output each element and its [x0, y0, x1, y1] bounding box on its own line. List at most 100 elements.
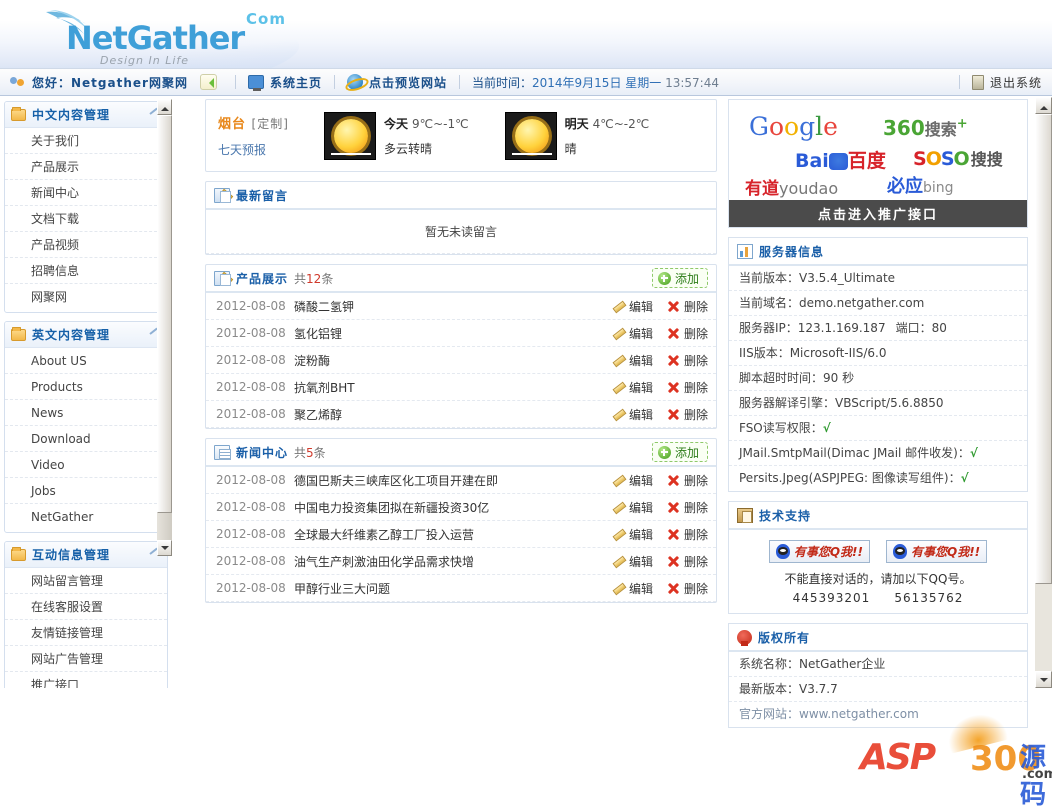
close-icon [667, 555, 680, 568]
sidebar-group-chinese: 中文内容管理 关于我们 产品展示 新闻中心 文档下载 产品视频 招聘信息 网聚网 [4, 101, 168, 313]
delete-action[interactable]: 删除 [667, 298, 708, 315]
table-row[interactable]: 2012-08-08 磷酸二氢钾 编辑 删除 [206, 293, 716, 320]
sidebar-item-video[interactable]: 产品视频 [5, 232, 167, 258]
table-row[interactable]: 2012-08-08 中国电力投资集团拟在新疆投资30亿 编辑 删除 [206, 494, 716, 521]
logout-button[interactable]: 退出系统 [971, 69, 1042, 95]
edit-action[interactable]: 编辑 [612, 325, 653, 342]
row-date: 2012-08-08 [216, 299, 286, 313]
delete-action[interactable]: 删除 [667, 526, 708, 543]
enter-promotion-button[interactable]: 点击进入推广接口 [729, 200, 1027, 227]
weather-custom-link[interactable]: [定制] [252, 117, 289, 131]
edit-action[interactable]: 编辑 [612, 379, 653, 396]
add-product-button[interactable]: 添加 [651, 268, 708, 288]
sidebar-item-online-service[interactable]: 在线客服设置 [5, 594, 167, 620]
back-arrow-icon[interactable] [199, 74, 217, 90]
sidebar-item-video-en[interactable]: Video [5, 452, 167, 478]
delete-action[interactable]: 删除 [667, 325, 708, 342]
row-title[interactable]: 中国电力投资集团拟在新疆投资30亿 [288, 499, 598, 516]
page-scrollbar-thumb[interactable] [1035, 114, 1052, 584]
delete-action[interactable]: 删除 [667, 472, 708, 489]
weather-widget: 烟台 [定制] 七天预报 今天 9℃~-1℃ 多云转晴 明天 4℃~-2℃ 晴 [205, 99, 717, 172]
edit-action[interactable]: 编辑 [612, 553, 653, 570]
sidebar-item-about[interactable]: 关于我们 [5, 128, 167, 154]
close-icon [667, 501, 680, 514]
logo-wordmark: NetGather [66, 19, 245, 57]
sidebar-item-links[interactable]: 友情链接管理 [5, 620, 167, 646]
delete-action[interactable]: 删除 [667, 499, 708, 516]
page-scroll-down-button[interactable] [1035, 671, 1052, 688]
row-title[interactable]: 聚乙烯醇 [288, 406, 598, 423]
edit-action[interactable]: 编辑 [612, 298, 653, 315]
row-title[interactable]: 全球最大纤维素乙醇工厂投入运营 [288, 526, 598, 543]
weather-city: 烟台 [定制] [218, 117, 289, 132]
row-title[interactable]: 甲醇行业三大问题 [288, 580, 598, 597]
qq-contact-block: 有事您Q我!! 有事您Q我!! 不能直接对话的，请加以下QQ号。 4453932… [729, 530, 1027, 613]
add-news-button[interactable]: 添加 [651, 442, 708, 462]
product-icon [214, 270, 231, 286]
edit-action[interactable]: 编辑 [612, 499, 653, 516]
delete-action[interactable]: 删除 [667, 352, 708, 369]
edit-action[interactable]: 编辑 [612, 406, 653, 423]
edit-action[interactable]: 编辑 [612, 472, 653, 489]
sidebar-group-title: 中文内容管理 [32, 108, 111, 122]
qq-chat-button-2[interactable]: 有事您Q我!! [886, 540, 988, 563]
delete-action[interactable]: 删除 [667, 406, 708, 423]
row-title[interactable]: 淀粉酶 [288, 352, 598, 369]
pencil-icon [612, 582, 625, 595]
row-title[interactable]: 磷酸二氢钾 [288, 298, 598, 315]
today-label: 今天 [384, 116, 409, 131]
sidebar-item-jobs-en[interactable]: Jobs [5, 478, 167, 504]
sidebar-group-header[interactable]: 中文内容管理 [5, 102, 167, 128]
sidebar-item-download-en[interactable]: Download [5, 426, 167, 452]
sidebar-item-products[interactable]: 产品展示 [5, 154, 167, 180]
sidebar-item-about-us[interactable]: About US [5, 348, 167, 374]
sidebar-item-jobs[interactable]: 招聘信息 [5, 258, 167, 284]
row-title[interactable]: 氢化铝锂 [288, 325, 598, 342]
table-row[interactable]: 2012-08-08 抗氧剂BHT 编辑 删除 [206, 374, 716, 401]
table-row[interactable]: 2012-08-08 淀粉酶 编辑 删除 [206, 347, 716, 374]
weather-tomorrow: 明天 4℃~-2℃ 晴 [504, 111, 649, 160]
edit-action[interactable]: 编辑 [612, 526, 653, 543]
page-scrollbar[interactable] [1035, 97, 1052, 688]
edit-action[interactable]: 编辑 [612, 580, 653, 597]
row-title[interactable]: 抗氧剂BHT [288, 379, 598, 396]
sidebar-item-news[interactable]: 新闻中心 [5, 180, 167, 206]
sidebar-scrollbar[interactable] [157, 99, 172, 556]
time-label: 当前时间： [471, 75, 532, 90]
system-home-button[interactable]: 系统主页 [247, 69, 322, 95]
netgather-logo[interactable]: NetGather Com Design In Life [38, 8, 358, 67]
table-row[interactable]: 2012-08-08 德国巴斯夫三峡库区化工项目开建在即 编辑 删除 [206, 467, 716, 494]
row-date: 2012-08-08 [216, 380, 286, 394]
sidebar-item-netgather-en[interactable]: NetGather [5, 504, 167, 530]
sidebar-item-guestbook[interactable]: 网站留言管理 [5, 568, 167, 594]
sidebar-item-ads[interactable]: 网站广告管理 [5, 646, 167, 672]
sidebar-item-news-en[interactable]: News [5, 400, 167, 426]
pencil-icon [612, 555, 625, 568]
delete-action[interactable]: 删除 [667, 580, 708, 597]
table-row[interactable]: 2012-08-08 氢化铝锂 编辑 删除 [206, 320, 716, 347]
row-title[interactable]: 油气生产刺激油田化学品需求快增 [288, 553, 598, 570]
pencil-icon [612, 501, 625, 514]
table-row[interactable]: 2012-08-08 聚乙烯醇 编辑 删除 [206, 401, 716, 428]
preview-site-button[interactable]: 点击预览网站 [346, 69, 447, 95]
row-title[interactable]: 德国巴斯夫三峡库区化工项目开建在即 [288, 472, 598, 489]
sidebar-item-download[interactable]: 文档下载 [5, 206, 167, 232]
table-row[interactable]: 2012-08-08 油气生产刺激油田化学品需求快增 编辑 删除 [206, 548, 716, 575]
sidebar-item-products-en[interactable]: Products [5, 374, 167, 400]
edit-action[interactable]: 编辑 [612, 352, 653, 369]
sidebar-group-header[interactable]: 英文内容管理 [5, 322, 167, 348]
seven-day-forecast-link[interactable]: 七天预报 [218, 141, 310, 158]
scrollbar-thumb[interactable] [157, 115, 172, 513]
table-row[interactable]: 2012-08-08 全球最大纤维素乙醇工厂投入运营 编辑 删除 [206, 521, 716, 548]
sidebar-item-netgather[interactable]: 网聚网 [5, 284, 167, 310]
delete-action[interactable]: 删除 [667, 379, 708, 396]
sidebar-group-header[interactable]: 互动信息管理 [5, 542, 167, 568]
page-scroll-up-button[interactable] [1035, 97, 1052, 114]
sun-icon [504, 111, 557, 160]
scroll-up-button[interactable] [157, 99, 172, 115]
sidebar-item-promotion[interactable]: 推广接口 [5, 672, 167, 688]
table-row[interactable]: 2012-08-08 甲醇行业三大问题 编辑 删除 [206, 575, 716, 602]
delete-action[interactable]: 删除 [667, 553, 708, 570]
qq-chat-button-1[interactable]: 有事您Q我!! [768, 540, 870, 563]
scroll-down-button[interactable] [157, 540, 172, 556]
